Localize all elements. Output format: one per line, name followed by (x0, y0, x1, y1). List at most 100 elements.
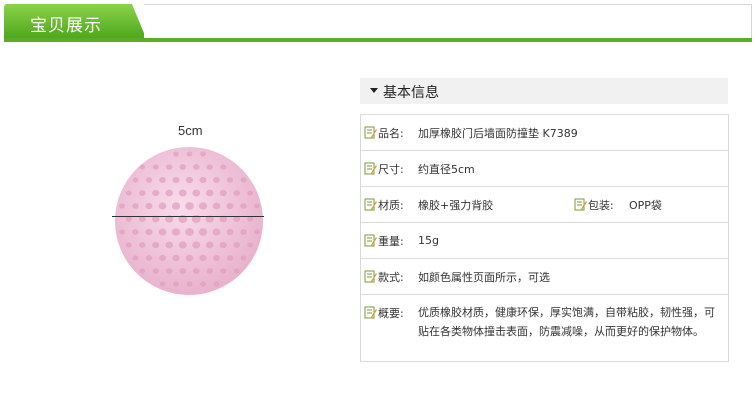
ball-dimple (139, 164, 146, 170)
ball-dimple (125, 242, 132, 248)
ball-dimple (178, 189, 187, 197)
ball-dimple (185, 176, 194, 184)
ball-dimple (220, 268, 227, 274)
ball-dimple (132, 177, 139, 183)
row-value: 约直径5cm (418, 162, 475, 176)
ball-dimple (158, 228, 167, 236)
ball-dimple (125, 216, 132, 222)
info-row-summary: 概要: 优质橡胶材质，健康环保，厚实饱满，自带粘胶，韧性强，可贴在各类物体撞击表… (361, 295, 728, 361)
ball-dimple (192, 268, 200, 274)
ball-dimple (199, 176, 207, 184)
ball-dimple (198, 202, 208, 210)
ball-dimple (213, 254, 220, 262)
ball-dimple (138, 242, 146, 248)
row-label: 重量: (378, 234, 404, 248)
ball-dimple (159, 177, 166, 183)
ball-dimple (173, 281, 179, 287)
ball-dimple (172, 254, 180, 262)
note-pencil-icon (364, 198, 377, 211)
ball-dimple (220, 164, 227, 170)
ball-dimple (240, 203, 247, 209)
info-title: 基本信息 (383, 85, 439, 101)
ball-dimple (166, 164, 173, 170)
header-border (144, 4, 752, 38)
note-pencil-icon (364, 234, 377, 247)
note-pencil-icon (364, 126, 377, 139)
note-pencil-icon (364, 270, 377, 283)
ball-dimple (226, 255, 234, 261)
ball-dimple (200, 151, 206, 157)
ball-dimple (171, 202, 181, 210)
info-table: 品名: 加厚橡胶门后墙面防撞垫 K7389 尺寸: 约直径5cm 材质: 橡胶+… (360, 114, 729, 362)
info-header[interactable]: 基本信息 (360, 78, 728, 104)
ball-dimple (233, 268, 240, 274)
ball-dimple (240, 255, 247, 261)
ball-dimple (240, 229, 247, 235)
ball-dimple (159, 254, 166, 262)
section-title: 宝贝展示 (30, 16, 102, 36)
ball-dimple (152, 241, 160, 249)
ball-dimple (152, 189, 160, 197)
ball-dimple (240, 177, 247, 183)
ball-dimple (185, 254, 194, 262)
note-pencil-icon (364, 306, 377, 319)
ball-dimple (192, 189, 201, 197)
ball-dimple (186, 151, 193, 157)
header-underline (4, 38, 752, 42)
ball-dimple (178, 241, 187, 249)
section-header: 宝贝展示 (4, 4, 752, 44)
dimension-label: 5cm (178, 123, 203, 138)
ball-dimple (179, 268, 187, 274)
row-value: 15g (418, 234, 439, 247)
measure-line (112, 216, 264, 217)
ball-dimple (139, 268, 146, 274)
ball-dimple (165, 189, 173, 197)
row-label: 概要: (378, 306, 404, 320)
ball-dimple (132, 255, 139, 261)
ball-dimple (119, 203, 125, 209)
row-label: 款式: (378, 270, 404, 284)
ball-dimple (145, 228, 153, 236)
ball-dimple (254, 203, 260, 209)
ball-dimple (186, 281, 193, 287)
ball-dimple (247, 242, 254, 248)
ball-dimple (247, 216, 254, 222)
ball-dimple (132, 229, 139, 235)
ball-dimple (158, 202, 167, 210)
ball-dimple (145, 177, 153, 183)
caret-down-icon (370, 88, 378, 93)
row-label: 尺寸: (378, 162, 404, 176)
ball-dimple (199, 254, 207, 262)
ball-dimple (171, 228, 181, 236)
ball-dimple (206, 164, 213, 170)
ball-dimple (192, 241, 201, 249)
ball-dimple (165, 241, 174, 249)
ball-dimple (226, 202, 234, 210)
ball-dimple (212, 228, 221, 236)
ball-dimple (233, 190, 240, 196)
ball-dimple (145, 255, 153, 261)
ball-dimple (132, 203, 139, 209)
ball-dimple (247, 190, 254, 196)
ball-dimple (226, 177, 234, 183)
ball-dimple (213, 281, 220, 287)
ball-dimple (165, 268, 173, 274)
note-pencil-icon (574, 198, 587, 211)
row-value: 优质橡胶材质，健康环保，厚实饱满，自带粘胶，韧性强，可贴在各类物体撞击表面，防震… (418, 306, 715, 338)
ball-dimple (139, 190, 146, 196)
ball-dimple (193, 164, 200, 170)
row-value: 加厚橡胶门后墙面防撞垫 K7389 (418, 126, 578, 140)
info-row-name: 品名: 加厚橡胶门后墙面防撞垫 K7389 (361, 115, 728, 151)
ball-dimple (206, 189, 214, 197)
note-pencil-icon (364, 162, 377, 175)
row-value: 橡胶+强力背胶 (418, 198, 494, 212)
ball-dimple (205, 241, 214, 249)
info-row-style: 款式: 如颜色属性页面所示，可选 (361, 259, 728, 295)
row-label: 材质: (378, 198, 404, 212)
ball-dimple (173, 151, 179, 157)
ball-dimple (145, 202, 153, 210)
ball-dimple (212, 202, 221, 210)
ball-dimple (219, 189, 227, 197)
ball-dimple (226, 228, 234, 236)
ball-dimple (254, 229, 260, 235)
